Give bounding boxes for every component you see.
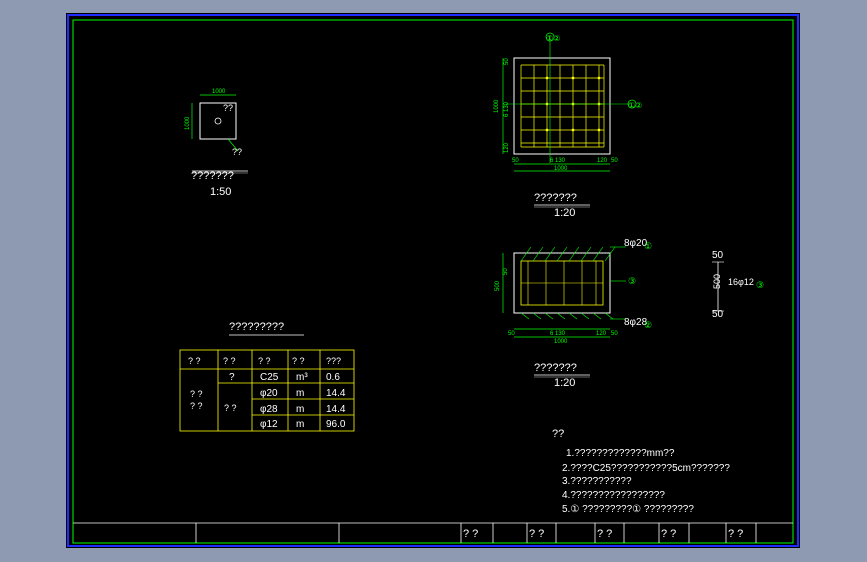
- section-dim-bottom-left: 50: [508, 331, 515, 337]
- hatch-line: [592, 312, 602, 320]
- rebar-plan-callout-top: ①②: [546, 34, 560, 43]
- table-cell: C25: [260, 372, 279, 383]
- notes-line-2: 2.????C25???????????5cm???????: [562, 463, 730, 474]
- hatch-line: [580, 312, 590, 320]
- table-cell: m: [296, 419, 304, 430]
- table-cell: m³: [296, 372, 308, 383]
- table-cell: 14.4: [326, 388, 346, 399]
- notes-line-4: 4.?????????????????: [562, 490, 665, 501]
- rebar-plan-dim-left-bot: 120: [504, 142, 510, 153]
- section-dim-bottom-r2: 50: [611, 331, 618, 337]
- rebar-plan-dim-bottom-r1: 120: [597, 158, 608, 164]
- section-scale: 1:20: [554, 377, 575, 389]
- rebar-plan-title: ???????: [534, 192, 577, 204]
- hatch-line: [556, 246, 568, 262]
- table-header-5: ???: [326, 356, 341, 366]
- table-cell: m: [296, 404, 304, 415]
- section-dim-bottom-r1: 120: [596, 331, 607, 337]
- stirrup-bottom: 50: [712, 309, 724, 320]
- hatch-line: [544, 246, 556, 262]
- table-header-4: ? ?: [292, 356, 305, 366]
- table-cell: 96.0: [326, 419, 346, 430]
- section-dim-left: 500: [495, 280, 501, 291]
- stirrup-top: 50: [712, 250, 724, 261]
- table-group-b: ? ?: [224, 403, 237, 413]
- title-block-cell-5: ? ?: [728, 528, 743, 540]
- rebar-plan-dim-left-total: 1000: [494, 99, 500, 113]
- hatch-line: [520, 312, 530, 320]
- rebar-node: [545, 76, 549, 80]
- section-label-top-num: ①: [644, 241, 652, 251]
- table-cell: 0.6: [326, 372, 340, 383]
- section-label-right-num: ③: [628, 276, 636, 286]
- section-dim-bottom-total: 1000: [554, 339, 568, 345]
- rebar-plan-dim-left-top: 50: [504, 58, 510, 65]
- section-title: ???????: [534, 362, 577, 374]
- small-plan-title: ???????: [191, 170, 234, 182]
- small-plan-dim-left: 1000: [185, 116, 191, 130]
- table-cell: ?: [229, 372, 235, 383]
- rebar-node: [571, 76, 575, 80]
- title-block: [73, 522, 793, 543]
- hatch-line: [520, 246, 532, 262]
- table-header-1: ? ?: [188, 356, 201, 366]
- rebar-plan-dim-bottom-left: 50: [512, 158, 519, 164]
- hatch-line: [592, 246, 604, 262]
- table-group-a: ? ? ? ?: [190, 389, 205, 411]
- stirrup-mid: 500: [712, 274, 722, 289]
- rebar-plan-dim-bottom-total: 1000: [554, 166, 568, 172]
- hatch-line: [532, 312, 542, 320]
- section-label-bottom-num: ②: [644, 320, 652, 330]
- title-block-cell-3: ? ?: [597, 528, 612, 540]
- table-title: ?????????: [229, 321, 284, 333]
- hatch-line: [568, 246, 580, 262]
- table-cell: φ28: [260, 404, 278, 415]
- table-cell: φ20: [260, 388, 278, 399]
- rebar-node: [545, 128, 549, 132]
- notes-line-1: 1.?????????????mm??: [566, 448, 675, 459]
- rebar-plan-callout-right: ①②: [628, 101, 642, 110]
- rebar-plan-dim-left-mid: 6 130: [504, 101, 510, 117]
- section-view: [502, 246, 626, 378]
- rebar-plan-view: [502, 32, 637, 208]
- small-plan-leader-label: ??: [232, 147, 242, 157]
- rebar-plan-dim-bottom-r2: 50: [611, 158, 618, 164]
- small-plan-label: ??: [223, 103, 233, 113]
- hatch-line: [568, 312, 578, 320]
- title-block-cell-2: ? ?: [529, 528, 544, 540]
- notes-line-3: 3.???????????: [562, 476, 632, 487]
- table-cell: 14.4: [326, 404, 346, 415]
- hatch-line: [532, 246, 544, 262]
- table-header-2: ? ?: [223, 356, 236, 366]
- table-header-3: ? ?: [258, 356, 271, 366]
- section-dim-left-small: 50: [503, 268, 509, 275]
- rebar-plan-scale: 1:20: [554, 207, 575, 219]
- hatch-line: [544, 312, 554, 320]
- small-plan-view: [191, 94, 248, 174]
- table-group-a-line-1: ? ?: [190, 389, 203, 399]
- stirrup-label: 16φ12: [728, 277, 754, 287]
- rebar-node: [597, 76, 601, 80]
- rebar-node: [571, 128, 575, 132]
- stirrup-num: ③: [756, 280, 764, 290]
- small-plan-scale: 1:50: [210, 186, 231, 198]
- title-block-cell-1: ? ?: [463, 528, 478, 540]
- notes-heading: ??: [552, 428, 564, 440]
- table-group-a-line-2: ? ?: [190, 401, 203, 411]
- section-dim-bottom-mid: 6 130: [550, 331, 566, 337]
- rebar-node: [597, 128, 601, 132]
- table-cell: m: [296, 388, 304, 399]
- small-plan-dim-top: 1000: [212, 89, 226, 95]
- drawing-sheet: ? ? ? ? ? ? ? ? ? ? 1000 1000 ?? ?? ????…: [66, 13, 800, 548]
- hatch-line: [604, 312, 614, 320]
- cad-drawing: ? ? ? ? ? ? ? ? ? ? 1000 1000 ?? ?? ????…: [67, 14, 799, 547]
- table-cell: φ12: [260, 419, 278, 430]
- title-block-cell-4: ? ?: [661, 528, 676, 540]
- rebar-plan-dim-bottom-mid: 6 130: [550, 158, 566, 164]
- hatch-line: [580, 246, 592, 262]
- hatch-line: [556, 312, 566, 320]
- notes-line-5: 5.① ?????????① ?????????: [562, 504, 694, 515]
